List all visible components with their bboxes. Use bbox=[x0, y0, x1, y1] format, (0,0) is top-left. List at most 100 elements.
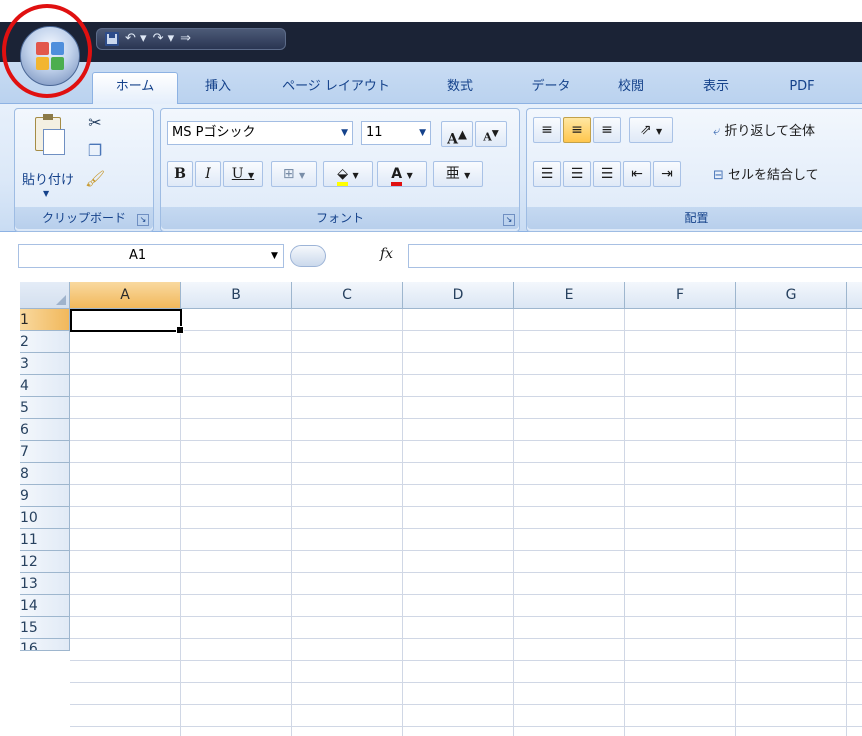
clipboard-dialog-launcher-icon[interactable]: ↘ bbox=[137, 214, 149, 226]
paste-sheet-icon bbox=[43, 129, 65, 155]
column-header-b[interactable]: B bbox=[181, 282, 292, 309]
column-header-f[interactable]: F bbox=[625, 282, 736, 309]
clipboard-group-label: クリップボード bbox=[15, 207, 153, 229]
paste-button[interactable]: 貼り付け ▼ bbox=[21, 113, 75, 198]
align-center-icon: ☰ bbox=[570, 166, 584, 182]
row-header-12[interactable]: 12 bbox=[20, 551, 70, 573]
decrease-indent-icon: ⇤ bbox=[631, 166, 643, 182]
font-group-label-text: フォント bbox=[315, 211, 364, 225]
chevron-down-icon: ▼ bbox=[43, 189, 50, 198]
row-header-6[interactable]: 6 bbox=[20, 419, 70, 441]
format-painter-icon[interactable]: 🖌 bbox=[85, 169, 105, 189]
save-icon[interactable] bbox=[105, 32, 119, 46]
row-header-14[interactable]: 14 bbox=[20, 595, 70, 617]
row-header-5[interactable]: 5 bbox=[20, 397, 70, 419]
redo-button[interactable]: ↷ ▾ bbox=[153, 29, 175, 49]
row-header-1[interactable]: 1 bbox=[20, 309, 70, 331]
wrap-text-button[interactable]: ⤶ 折り返して全体 bbox=[713, 119, 815, 145]
borders-icon: ⊞ bbox=[282, 166, 295, 182]
tab-formulas[interactable]: 数式 bbox=[430, 73, 490, 103]
fill-color-button[interactable]: ⬙ ▼ bbox=[323, 161, 373, 187]
merge-cells-icon: ⊟ bbox=[713, 168, 724, 183]
row-header-11[interactable]: 11 bbox=[20, 529, 70, 551]
grow-font-button[interactable]: A▲ bbox=[441, 121, 473, 148]
ribbon-tab-strip: ホーム 挿入 ページ レイアウト 数式 データ 校閲 表示 PDF bbox=[0, 62, 862, 104]
tab-page-layout[interactable]: ページ レイアウト bbox=[272, 73, 400, 103]
row-header-4[interactable]: 4 bbox=[20, 375, 70, 397]
italic-button[interactable]: I bbox=[195, 161, 221, 187]
column-header-e[interactable]: E bbox=[514, 282, 625, 309]
tab-home[interactable]: ホーム bbox=[92, 72, 178, 104]
align-middle-button[interactable]: ≡ bbox=[563, 117, 591, 143]
align-left-icon: ☰ bbox=[540, 166, 554, 182]
paste-label: 貼り付け bbox=[21, 173, 74, 188]
grow-font-icon: A bbox=[447, 131, 458, 148]
customize-qat-button[interactable]: ⇒ bbox=[180, 29, 191, 49]
align-top-button[interactable]: ≡ bbox=[533, 117, 561, 143]
merge-center-label: セルを結合して bbox=[728, 168, 819, 183]
borders-button[interactable]: ⊞ ▼ bbox=[271, 161, 317, 187]
row-header-8[interactable]: 8 bbox=[20, 463, 70, 485]
align-bottom-button[interactable]: ≡ bbox=[593, 117, 621, 143]
font-dialog-launcher-icon[interactable]: ↘ bbox=[503, 214, 515, 226]
column-header-c[interactable]: C bbox=[292, 282, 403, 309]
chevron-down-icon: ▼ bbox=[419, 128, 426, 138]
quick-access-toolbar: ↶ ▾ ↷ ▾ ⇒ bbox=[96, 28, 286, 50]
column-header-d[interactable]: D bbox=[403, 282, 514, 309]
annotation-circle bbox=[2, 4, 92, 98]
phonetic-guide-button[interactable]: 亜 ▼ bbox=[433, 161, 483, 187]
tab-insert[interactable]: 挿入 bbox=[190, 73, 246, 103]
font-size-dropdown[interactable]: 11 ▼ bbox=[361, 121, 431, 145]
increase-indent-button[interactable]: ⇥ bbox=[653, 161, 681, 187]
cell-area[interactable] bbox=[70, 309, 862, 736]
decrease-indent-button[interactable]: ⇤ bbox=[623, 161, 651, 187]
spreadsheet-grid: A B C D E F G 1 2 3 4 5 6 7 8 9 10 11 12… bbox=[20, 282, 862, 736]
column-header-g[interactable]: G bbox=[736, 282, 847, 309]
clipboard-group-label-text: クリップボード bbox=[41, 211, 126, 225]
align-middle-icon: ≡ bbox=[571, 122, 583, 138]
row-header-10[interactable]: 10 bbox=[20, 507, 70, 529]
row-header-13[interactable]: 13 bbox=[20, 573, 70, 595]
row-header-9[interactable]: 9 bbox=[20, 485, 70, 507]
alignment-group: ≡ ≡ ≡ ⇗ ▼ ☰ ☰ ☰ ⇤ ⇥ ⤶ 折り返して全体 ⊟ セルを結合して … bbox=[526, 108, 862, 232]
font-group: MS Pゴシック ▼ 11 ▼ A▲ A▼ B I U ▼ ⊞ ▼ ⬙ ▼ A … bbox=[160, 108, 520, 232]
orientation-button[interactable]: ⇗ ▼ bbox=[629, 117, 673, 143]
align-top-icon: ≡ bbox=[541, 122, 553, 138]
font-group-label: フォント bbox=[161, 207, 519, 229]
row-header-16[interactable]: 16 bbox=[20, 639, 70, 651]
row-header-3[interactable]: 3 bbox=[20, 353, 70, 375]
cut-icon[interactable]: ✂ bbox=[85, 113, 105, 133]
underline-button[interactable]: U ▼ bbox=[223, 161, 263, 187]
orientation-icon: ⇗ bbox=[639, 122, 652, 138]
chevron-down-icon: ▼ bbox=[341, 128, 348, 138]
tab-review[interactable]: 校閲 bbox=[606, 73, 656, 103]
align-center-button[interactable]: ☰ bbox=[563, 161, 591, 187]
active-cell-a1[interactable] bbox=[70, 309, 184, 334]
tab-pdf[interactable]: PDF bbox=[772, 73, 832, 103]
align-left-button[interactable]: ☰ bbox=[533, 161, 561, 187]
bold-button[interactable]: B bbox=[167, 161, 193, 187]
tab-view[interactable]: 表示 bbox=[686, 73, 746, 103]
chevron-down-icon[interactable]: ▼ bbox=[271, 245, 278, 267]
select-all-button[interactable] bbox=[20, 282, 70, 309]
fill-color-icon: ⬙ bbox=[337, 166, 349, 186]
font-name-dropdown[interactable]: MS Pゴシック ▼ bbox=[167, 121, 353, 145]
row-header-7[interactable]: 7 bbox=[20, 441, 70, 463]
column-header-a[interactable]: A bbox=[70, 282, 181, 309]
copy-icon[interactable]: ❐ bbox=[85, 141, 105, 161]
merge-center-button[interactable]: ⊟ セルを結合して bbox=[713, 163, 819, 189]
formula-input[interactable] bbox=[408, 244, 862, 268]
row-header-15[interactable]: 15 bbox=[20, 617, 70, 639]
alignment-group-label-text: 配置 bbox=[684, 211, 709, 225]
formula-bar-row: A1 ▼ fx bbox=[0, 242, 862, 272]
font-color-button[interactable]: A ▼ bbox=[377, 161, 427, 187]
increase-indent-icon: ⇥ bbox=[661, 166, 673, 182]
undo-button[interactable]: ↶ ▾ bbox=[125, 29, 147, 49]
name-box[interactable]: A1 ▼ bbox=[18, 244, 284, 268]
insert-function-button[interactable]: fx bbox=[380, 246, 393, 262]
shrink-font-button[interactable]: A▼ bbox=[475, 121, 507, 147]
row-header-2[interactable]: 2 bbox=[20, 331, 70, 353]
align-right-button[interactable]: ☰ bbox=[593, 161, 621, 187]
tab-data[interactable]: データ bbox=[518, 73, 584, 103]
formula-bar-resize-handle[interactable] bbox=[290, 245, 326, 267]
